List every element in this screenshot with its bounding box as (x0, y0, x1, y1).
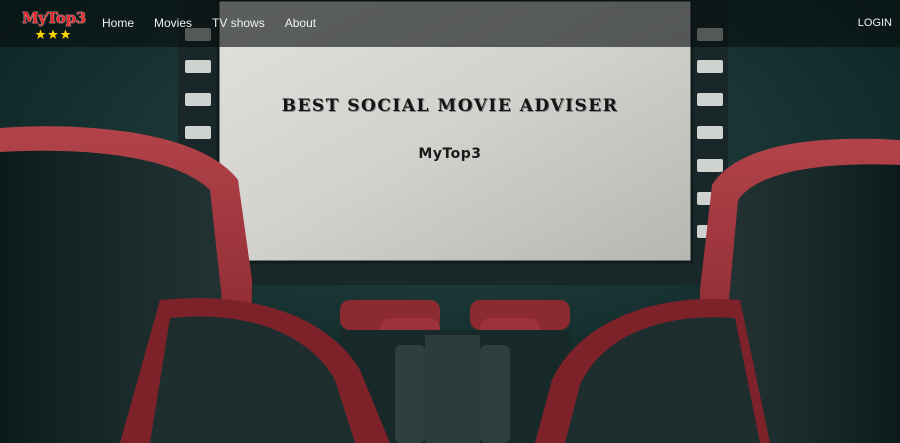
hero-subtitle: MyTop3 (418, 146, 482, 162)
nav-movies[interactable]: Movies (154, 0, 192, 48)
three-stars-icon (35, 29, 71, 39)
hero-title: BEST SOCIAL MOVIE ADVISER (281, 96, 619, 116)
nav-home[interactable]: Home (102, 0, 134, 48)
logo-text: MyTop3 (22, 9, 86, 27)
hero-section: MyTop3 Home Movies TV shows About LOGIN … (0, 0, 900, 443)
nav-tv-shows[interactable]: TV shows (212, 0, 265, 48)
top-navbar: MyTop3 Home Movies TV shows About LOGIN (0, 0, 900, 47)
nav-about[interactable]: About (285, 0, 316, 48)
login-link[interactable]: LOGIN (858, 0, 892, 47)
main-nav: Home Movies TV shows About (102, 0, 336, 47)
cinema-background-image (0, 0, 900, 443)
mytop3-logo[interactable]: MyTop3 (22, 9, 86, 42)
